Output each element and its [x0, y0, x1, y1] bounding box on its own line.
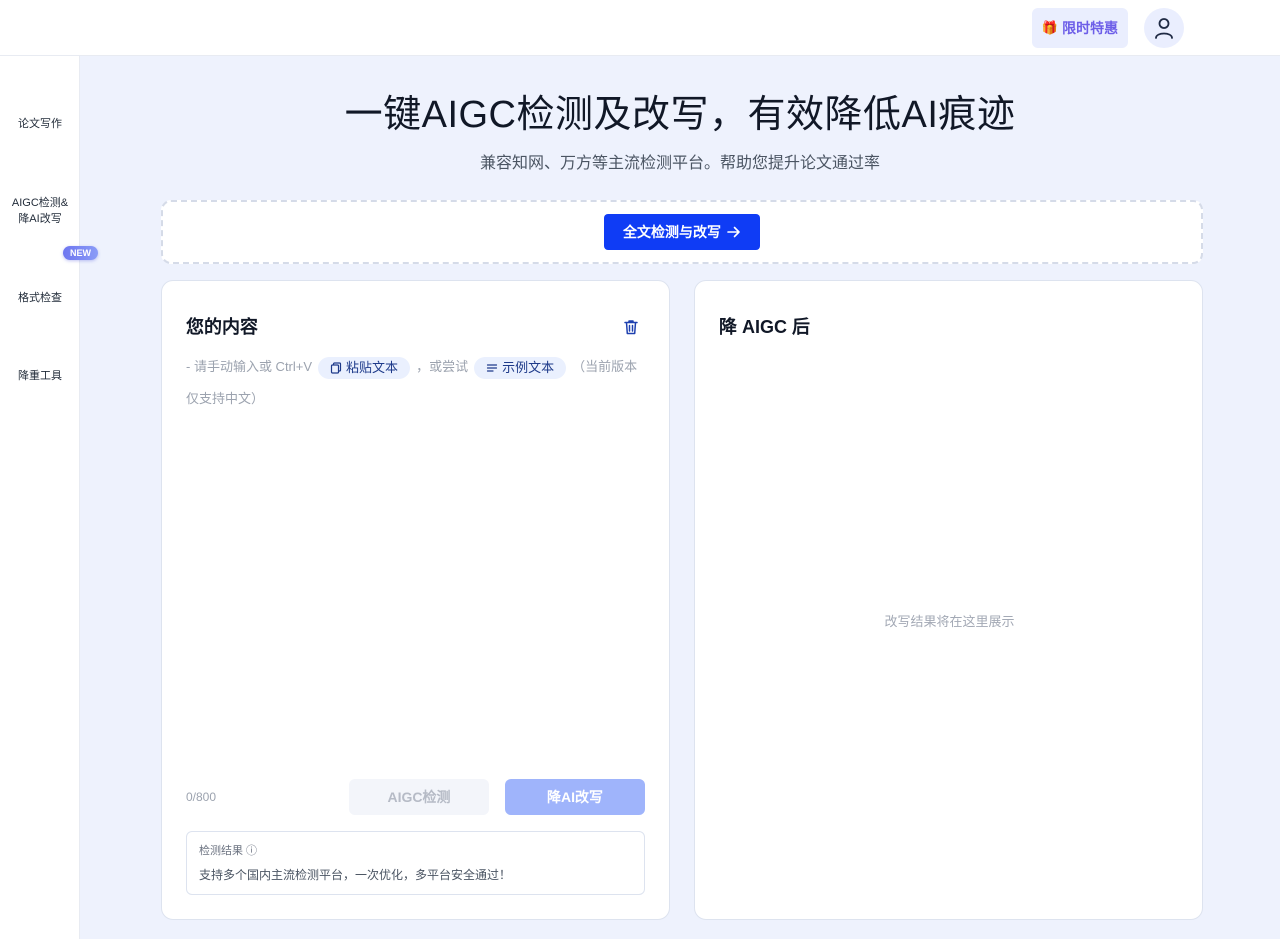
limited-offer-button[interactable]: 🎁 限时特惠	[1032, 8, 1128, 48]
sidebar-item-aigc-detection[interactable]: AIGC检测& 降AI改写	[0, 195, 80, 227]
sidebar-item-label: 降重工具	[18, 370, 62, 382]
input-panel: 您的内容 - 请手动输入或 Ctrl+V 粘贴文本 ，或尝试 示例文本 （当前版本仅支持…	[161, 280, 670, 920]
sidebar-item-dedup-tool[interactable]: 降重工具	[0, 368, 80, 384]
sample-text-button[interactable]: 示例文本	[474, 356, 567, 379]
user-icon	[1155, 18, 1173, 39]
input-panel-title: 您的内容	[186, 317, 258, 337]
copy-icon	[330, 361, 342, 374]
paste-text-button[interactable]: 粘贴文本	[318, 356, 411, 379]
detection-result-text: 支持多个国内主流检测平台，一次优化，多平台安全通过！	[199, 868, 512, 882]
output-placeholder: 改写结果将在这里展示	[884, 614, 1015, 629]
input-hint-middle: ，或尝试	[416, 359, 469, 374]
page-subtitle: 兼容知网、万方等主流检测平台。帮助您提升论文通过率	[479, 155, 880, 172]
fulltext-detect-rewrite-button[interactable]: 全文检测与改写	[604, 214, 760, 250]
trash-icon[interactable]	[622, 318, 640, 336]
output-panel-title: 降 AIGC 后	[719, 317, 811, 337]
sidebar-item-label: 格式检查	[18, 292, 62, 304]
list-icon	[486, 363, 498, 372]
top-bar: 🎁 限时特惠	[0, 0, 1280, 56]
fulltext-button-label: 全文检测与改写	[623, 224, 721, 240]
sidebar-item-label: 论文写作	[18, 118, 62, 130]
user-avatar-button[interactable]	[1144, 8, 1184, 48]
paste-text-label: 粘贴文本	[346, 359, 399, 375]
input-area[interactable]: - 请手动输入或 Ctrl+V 粘贴文本 ，或尝试 示例文本 （当前版本仅支持中文）	[186, 351, 648, 415]
sidebar-item-label: 降AI改写	[18, 213, 62, 225]
sidebar-item-format-check[interactable]: 格式检查	[0, 290, 80, 306]
detection-result-label: 检测结果 ⓘ	[199, 845, 258, 857]
page-title: 一键AIGC检测及改写，有效降低AI痕迹	[344, 94, 1016, 136]
gift-icon: 🎁	[1041, 20, 1059, 35]
sidebar: 论文写作 AIGC检测& 降AI改写 NEW 格式检查 降重工具	[0, 56, 98, 939]
sidebar-item-thesis-writing[interactable]: 论文写作	[0, 116, 80, 132]
input-hint-prefix: - 请手动输入或 Ctrl+V	[186, 359, 313, 374]
sidebar-item-label: AIGC检测&	[11, 197, 69, 209]
aigc-detect-button[interactable]: AIGC检测	[349, 779, 489, 815]
sample-text-label: 示例文本	[502, 359, 555, 375]
new-badge: NEW	[63, 246, 98, 260]
arrow-right-icon	[727, 226, 740, 238]
limited-offer-label: 限时特惠	[1062, 20, 1119, 36]
char-counter: 0/800	[186, 790, 217, 804]
detection-result-box: 检测结果 ⓘ 支持多个国内主流检测平台，一次优化，多平台安全通过！	[186, 831, 645, 895]
reduce-ai-rewrite-button[interactable]: 降AI改写	[505, 779, 645, 815]
output-panel: 降 AIGC 后 改写结果将在这里展示	[694, 280, 1203, 920]
